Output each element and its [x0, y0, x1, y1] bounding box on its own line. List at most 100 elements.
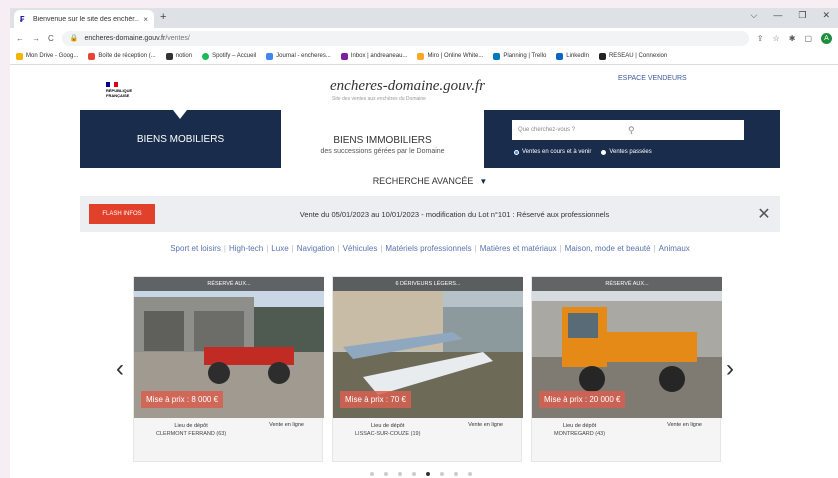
bookmark-item[interactable]: Inbox | andreaneau... — [340, 52, 407, 60]
url-domain: encheres-domaine.gouv.fr — [84, 34, 166, 42]
carousel-dot[interactable] — [370, 472, 374, 476]
tab-biens-immobiliers-label: BIENS IMMOBILIERS — [333, 135, 432, 146]
bookmark-item[interactable]: Mon Drive - Goog... — [16, 52, 78, 60]
flash-infos-badge: FLASH INFOS — [89, 204, 155, 224]
lot-sale-mode: Vente en ligne — [468, 422, 503, 428]
close-icon[interactable]: ✕ — [754, 204, 774, 224]
chevron-down-icon: ▼ — [479, 177, 488, 186]
french-flag-icon — [106, 82, 118, 87]
tab-search-icon[interactable]: ⌵ — [751, 10, 758, 21]
carousel-dot[interactable] — [398, 472, 402, 476]
bookmark-trello-icon — [493, 52, 501, 60]
url-field[interactable]: 🔒 encheres-domaine.gouv.fr/ventes/ — [61, 30, 749, 46]
bookmark-linkedin-icon — [556, 52, 564, 60]
advanced-search-toggle[interactable]: RECHERCHE AVANCÉE ▼ — [80, 168, 780, 196]
search-icon[interactable]: ⚲ — [628, 125, 738, 136]
lot-price: Mise à prix : 8 000 € — [141, 391, 224, 408]
minimize-icon[interactable]: — — [773, 10, 782, 21]
bookmark-item[interactable]: LinkedIn — [556, 52, 589, 60]
lock-icon: 🔒 — [69, 35, 79, 42]
window-controls: ⌵ — ❐ ✕ — [751, 10, 830, 21]
lot-banner: RÉSERVÉ AUX... — [532, 277, 722, 291]
category-luxe[interactable]: Luxe — [271, 244, 288, 253]
radio-ventes-passees[interactable]: Ventes passées — [601, 149, 652, 155]
new-tab-button[interactable]: + — [160, 11, 166, 23]
bookmark-item[interactable]: notion — [165, 52, 192, 60]
search-panel: Que cherchez-vous ? ⚲ Ventes en cours et… — [484, 110, 780, 168]
lot-photo: 6 DÉRIVEURS LÉGERS... Mise à prix : 70 € — [333, 277, 523, 418]
lot-price: Mise à prix : 20 000 € — [539, 391, 626, 408]
bookmark-gmail-icon — [88, 52, 96, 60]
browser-tabbar: ₣ Bienvenue sur le site des enchèr... × … — [10, 8, 838, 28]
lot-sale-mode: Vente en ligne — [269, 422, 304, 428]
category-maison-mode-beaute[interactable]: Maison, mode et beauté — [565, 244, 651, 253]
bookmark-item[interactable]: Spotify – Accueil — [202, 52, 256, 60]
flash-message: Vente du 05/01/2023 au 10/01/2023 - modi… — [299, 209, 610, 219]
extensions-icon[interactable]: ✱ — [789, 34, 796, 43]
category-sport-loisirs[interactable]: Sport et loisirs — [170, 244, 221, 253]
marianne-favicon-icon: ₣ — [20, 14, 25, 24]
category-animaux[interactable]: Animaux — [659, 244, 690, 253]
carousel-dot[interactable] — [454, 472, 458, 476]
tab-close-icon[interactable]: × — [143, 15, 148, 24]
sidepanel-icon[interactable]: ▢ — [804, 34, 812, 43]
category-vehicules[interactable]: Véhicules — [343, 244, 378, 253]
lot-location: Lieu de dépôt LISSAC-SUR-COUZE (19) — [355, 423, 421, 437]
lot-photo: RÉSERVÉ AUX... Mise à prix : 8 000 € — [134, 277, 324, 418]
category-materiels-professionnels[interactable]: Matériels professionnels — [385, 244, 471, 253]
bookmark-item[interactable]: Miro | Online White... — [417, 52, 483, 60]
lot-sale-mode: Vente en ligne — [667, 422, 702, 428]
url-path: /ventes/ — [165, 34, 190, 42]
bookmark-drive-icon — [16, 52, 23, 60]
share-icon[interactable]: ⇪ — [757, 34, 764, 43]
lot-card[interactable]: 6 DÉRIVEURS LÉGERS... Mise à prix : 70 €… — [332, 276, 523, 462]
bookmark-item[interactable]: RESEAU | Connexion — [598, 52, 667, 60]
bookmark-item[interactable]: Planning | Trello — [493, 52, 546, 60]
bookmark-reseau-icon — [598, 52, 606, 60]
close-window-icon[interactable]: ✕ — [822, 10, 830, 21]
carousel-dot[interactable] — [412, 472, 416, 476]
bookmarks-bar: Mon Drive - Goog... Boîte de réception (… — [10, 48, 838, 65]
forward-icon[interactable]: → — [32, 34, 40, 43]
site-title[interactable]: encheres-domaine.gouv.fr — [330, 78, 485, 95]
lot-photo: RÉSERVÉ AUX... Mise à prix : 20 000 € — [532, 277, 722, 418]
carousel-dot[interactable] — [440, 472, 444, 476]
page-content: RÉPUBLIQUE FRANÇAISE encheres-domaine.go… — [10, 65, 838, 478]
address-bar: ← → C 🔒 encheres-domaine.gouv.fr/ventes/… — [10, 28, 838, 48]
lot-location: Lieu de dépôt MONTREGARD (43) — [554, 423, 606, 437]
category-high-tech[interactable]: High-tech — [229, 244, 263, 253]
bookmark-notion-icon — [165, 52, 173, 60]
flash-info-bar: FLASH INFOS Vente du 05/01/2023 au 10/01… — [80, 196, 780, 232]
bookmark-miro-icon — [417, 52, 425, 60]
republique-francaise-logo[interactable]: RÉPUBLIQUE FRANÇAISE — [106, 82, 138, 98]
active-tab-indicator-icon — [173, 110, 187, 119]
bookmark-star-icon[interactable]: ☆ — [773, 34, 780, 43]
carousel-prev-icon[interactable]: ‹ — [116, 355, 124, 383]
bookmark-item[interactable]: Boîte de réception (... — [88, 52, 156, 60]
bookmark-journal-icon — [266, 52, 274, 60]
lot-card[interactable]: RÉSERVÉ AUX... Mise à prix : 20 000 € Li… — [531, 276, 722, 462]
browser-tab[interactable]: ₣ Bienvenue sur le site des enchèr... × — [14, 10, 154, 28]
category-navigation[interactable]: Navigation — [297, 244, 335, 253]
back-icon[interactable]: ← — [16, 34, 24, 43]
espace-vendeurs-link[interactable]: ESPACE VENDEURS — [618, 75, 687, 82]
search-input[interactable]: Que cherchez-vous ? ⚲ — [512, 120, 744, 140]
profile-avatar[interactable]: A — [821, 32, 832, 44]
carousel-dot[interactable] — [384, 472, 388, 476]
maximize-icon[interactable]: ❐ — [798, 10, 806, 21]
site-subtitle: Site des ventes aux enchères du Domaine — [332, 96, 426, 102]
bookmark-inbox-icon — [340, 52, 348, 60]
bookmark-item[interactable]: Journal - encheres... — [266, 52, 331, 60]
carousel-dot[interactable] — [426, 472, 430, 476]
carousel-next-icon[interactable]: › — [726, 355, 734, 383]
tab-biens-immobiliers-sub: des successions gérées par le Domaine — [320, 148, 445, 155]
tab-biens-immobiliers[interactable]: BIENS IMMOBILIERS des successions gérées… — [281, 110, 484, 168]
radio-ventes-en-cours[interactable]: Ventes en cours et à venir — [514, 149, 591, 155]
lot-card[interactable]: RÉSERVÉ AUX... Mise à prix : 8 000 € Lie… — [133, 276, 324, 462]
category-matieres-materiaux[interactable]: Matières et matériaux — [480, 244, 557, 253]
carousel-dot[interactable] — [468, 472, 472, 476]
tab-title: Bienvenue sur le site des enchèr... — [33, 15, 140, 23]
tab-biens-mobiliers[interactable]: BIENS MOBILIERS — [80, 110, 281, 168]
reload-icon[interactable]: C — [48, 34, 54, 43]
category-links: Sport et loisirs | High-tech | Luxe | Navig… — [170, 244, 690, 253]
